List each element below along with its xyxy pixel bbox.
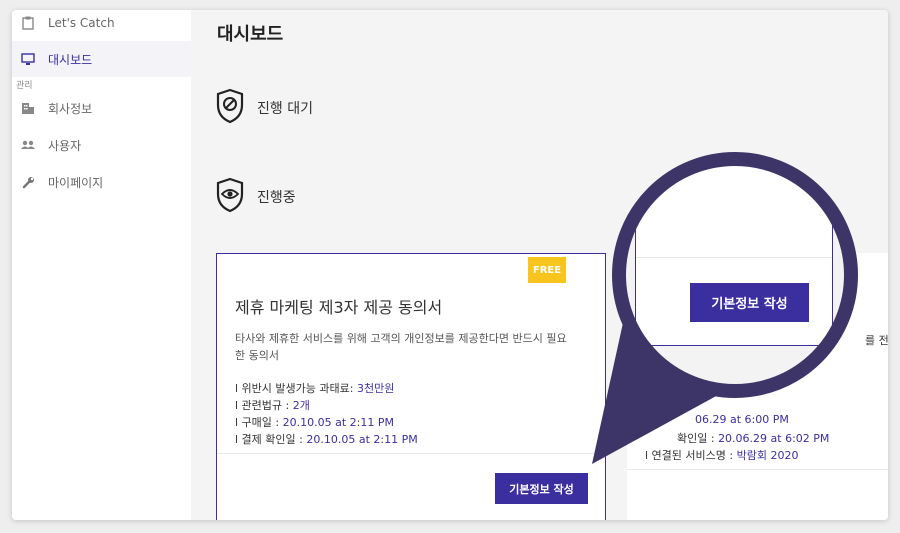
zoom-ring [612, 152, 858, 398]
